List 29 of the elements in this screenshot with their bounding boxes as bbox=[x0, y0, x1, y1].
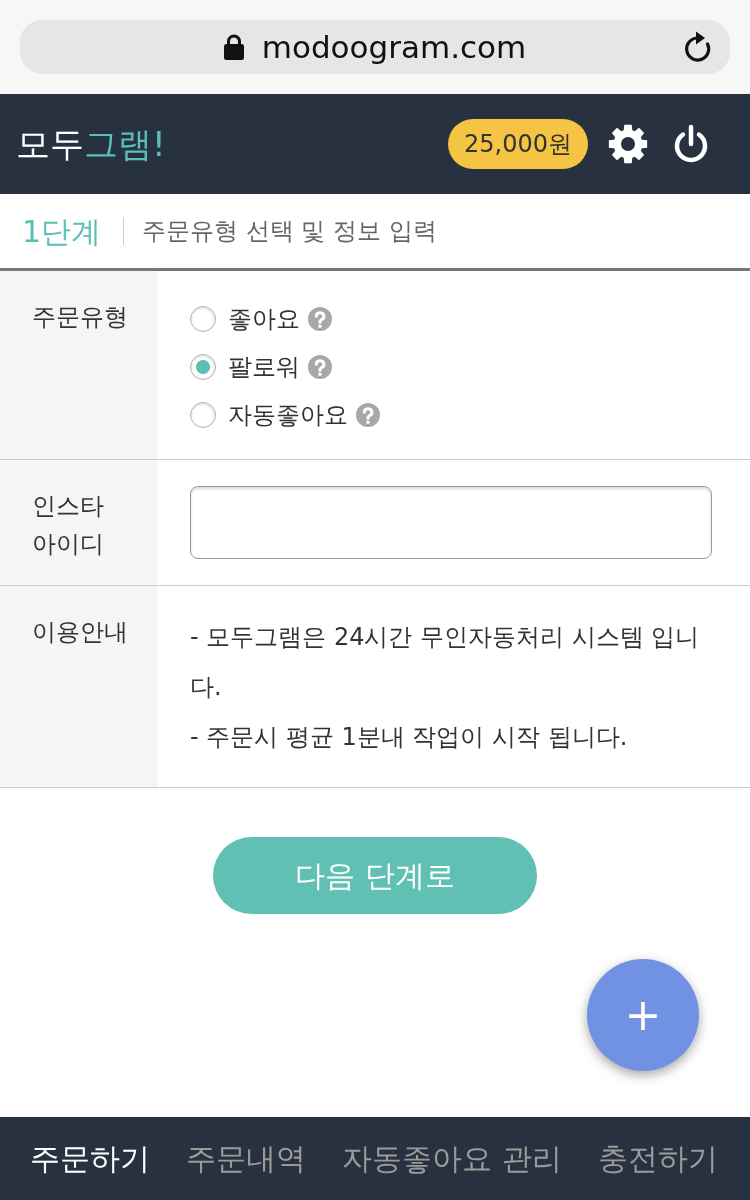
input-field[interactable] bbox=[190, 486, 712, 559]
step-number: 1단계 bbox=[22, 212, 102, 251]
notice-text: - 모두그램은 24시간 무인자동처리 시스템 입니다. bbox=[190, 622, 701, 703]
step-title: 주문유형 선택 및 정보 입력 bbox=[142, 216, 437, 247]
nav-tab[interactable]: 주문하기 bbox=[30, 1136, 150, 1181]
option-label[interactable]: 팔로워 bbox=[228, 349, 300, 385]
reload-icon[interactable] bbox=[682, 31, 712, 63]
radio-button[interactable] bbox=[190, 306, 216, 332]
lock-icon bbox=[223, 34, 244, 60]
logo[interactable]: 모두그램! bbox=[16, 123, 166, 165]
nav-tab[interactable]: 충전하기 bbox=[597, 1136, 718, 1181]
help-icon[interactable] bbox=[356, 403, 380, 427]
url-text: modoogram.com bbox=[261, 31, 527, 63]
field-label: 이용안내 bbox=[0, 586, 158, 787]
field-label: 인스타 아이디 bbox=[0, 460, 158, 585]
radio-button[interactable] bbox=[190, 354, 216, 380]
help-icon[interactable] bbox=[308, 307, 332, 331]
nav-tab[interactable]: 주문내역 bbox=[186, 1136, 306, 1181]
option-label[interactable]: 자동좋아요 bbox=[228, 397, 348, 433]
notice-text: - 주문시 평균 1분내 작업이 시작 됩니다. bbox=[190, 722, 629, 753]
nav-tab[interactable]: 자동좋아요 관리 bbox=[342, 1136, 562, 1181]
balance-badge[interactable]: 25,000원 bbox=[448, 119, 588, 169]
option-label[interactable]: 좋아요 bbox=[228, 301, 300, 337]
power-icon[interactable] bbox=[672, 124, 710, 164]
settings-icon[interactable] bbox=[608, 124, 648, 164]
radio-button[interactable] bbox=[190, 402, 216, 428]
address-bar[interactable]: modoogram.com bbox=[20, 20, 730, 74]
field-label: 주문유형 bbox=[0, 271, 158, 459]
help-icon[interactable] bbox=[308, 355, 332, 379]
